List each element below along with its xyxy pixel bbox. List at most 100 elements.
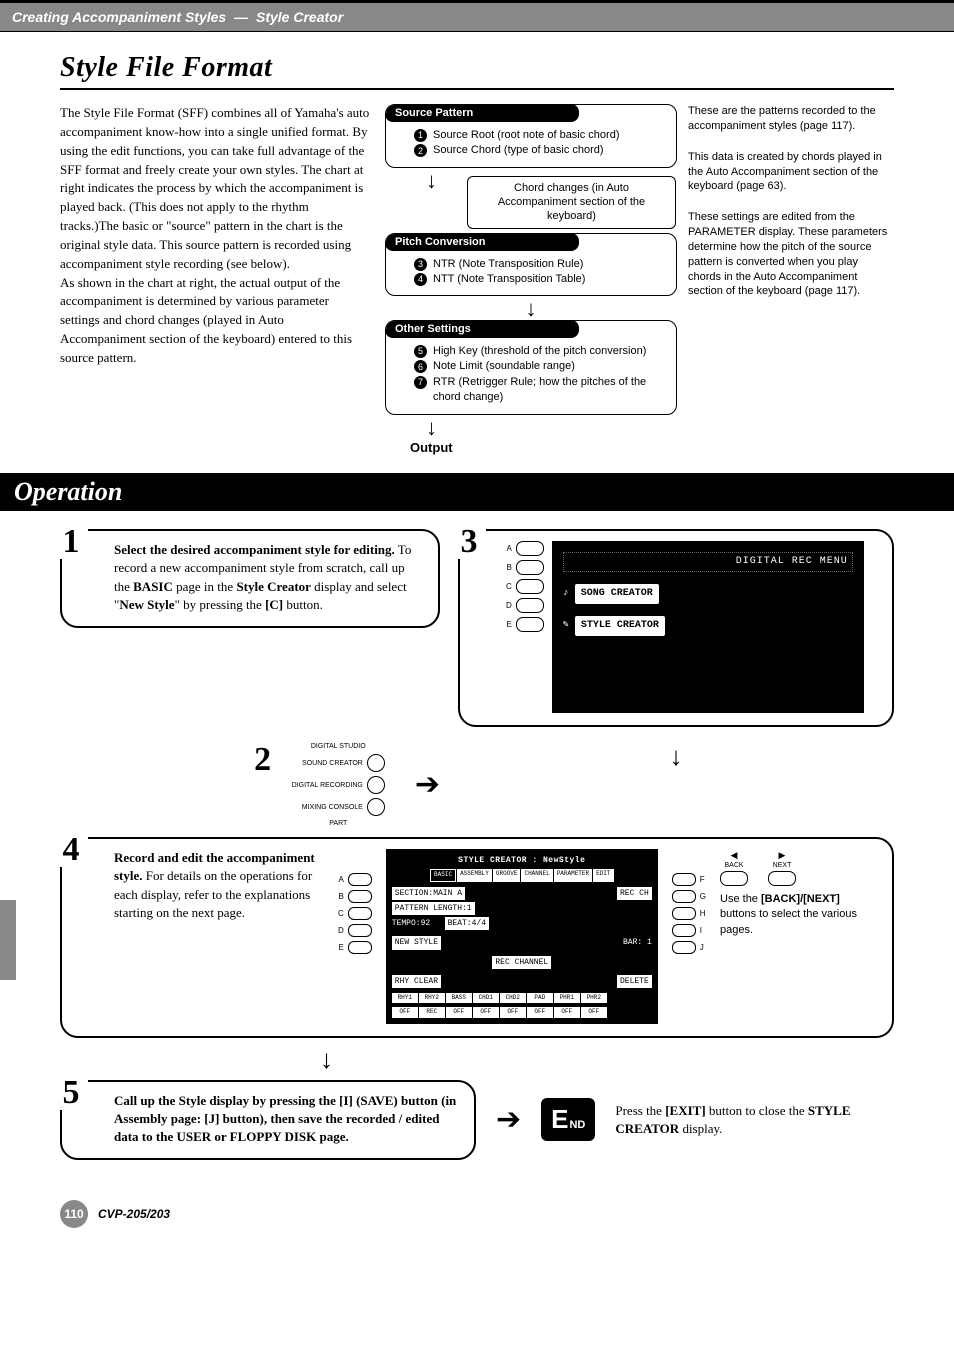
step-1-text-b: page in the (173, 579, 237, 594)
pc-item-2: NTT (Note Transposition Table) (433, 272, 585, 287)
s2-btn-h-label: H (700, 908, 706, 919)
screen2-rhyclear[interactable]: RHY CLEAR (392, 975, 441, 988)
next-button[interactable] (768, 871, 796, 886)
src-item-2: Source Chord (type of basic chord) (433, 143, 604, 158)
state-5: OFF (527, 1007, 553, 1017)
tab-groove[interactable]: GROOVE (493, 869, 521, 881)
s2-hw-button-c[interactable] (348, 907, 372, 920)
num-7-icon: 7 (414, 376, 427, 389)
s2-hw-button-g[interactable] (672, 890, 696, 903)
sff-body-text: The Style File Format (SFF) combines all… (60, 104, 370, 455)
hw-button-d[interactable] (516, 598, 544, 613)
os-item-1: High Key (threshold of the pitch convers… (433, 344, 646, 359)
trk-phr1[interactable]: PHR1 (554, 993, 580, 1003)
sff-diagram: Source Pattern 1Source Root (root note o… (386, 104, 894, 455)
tab-channel[interactable]: CHANNEL (521, 869, 552, 881)
screen2-delete[interactable]: DELETE (617, 975, 652, 988)
step-1-box: 1 Select the desired accompaniment style… (60, 529, 440, 628)
s2-btn-f-label: F (700, 874, 705, 885)
s2-hw-button-d[interactable] (348, 924, 372, 937)
down-arrow-icon: ↓ (526, 300, 537, 318)
back-button[interactable] (720, 871, 748, 886)
num-6-icon: 6 (414, 360, 427, 373)
tab-basic[interactable]: BASIC (430, 869, 456, 881)
s2-hw-button-i[interactable] (672, 924, 696, 937)
next-label: NEXT (768, 862, 796, 869)
pc-item-1: NTR (Note Transposition Rule) (433, 257, 583, 272)
tab-parameter[interactable]: PARAMETER (554, 869, 592, 881)
screen2-state-row: OFF REC OFF OFF OFF OFF OFF OFF (392, 1007, 652, 1017)
num-1-icon: 1 (414, 129, 427, 142)
model-label: CVP-205/203 (98, 1207, 170, 1221)
sff-para2: As shown in the chart at right, the actu… (60, 275, 352, 365)
step-4-rest: For details on the operations for each d… (114, 868, 312, 919)
operation-banner: Operation (0, 473, 954, 511)
tab-edit[interactable]: EDIT (593, 869, 613, 881)
page-number: 110 (60, 1200, 88, 1228)
screen2-tabs: BASIC ASSEMBLY GROOVE CHANNEL PARAMETER … (392, 869, 652, 881)
trk-bass[interactable]: BASS (446, 993, 472, 1003)
screen2-section: SECTION:MAIN A (392, 887, 465, 900)
digital-recording-button[interactable] (367, 776, 385, 794)
step-1-text-d: " by pressing the (175, 597, 266, 612)
screen2-beat: BEAT:4/4 (445, 917, 489, 930)
trk-rhy2[interactable]: RHY2 (419, 993, 445, 1003)
pitch-conversion-header: Pitch Conversion (385, 233, 579, 251)
mixing-console-label: MIXING CONSOLE (302, 804, 363, 811)
num-3-icon: 3 (414, 258, 427, 271)
bn-tip-bold: [BACK]/[NEXT] (761, 893, 840, 905)
step-2-number: 2 (246, 743, 280, 777)
mixing-console-button[interactable] (367, 798, 385, 816)
s2-hw-button-j[interactable] (672, 941, 696, 954)
s2-hw-button-h[interactable] (672, 907, 696, 920)
step-5-text: Call up the Style display by pressing th… (114, 1093, 456, 1144)
step-1-newstyle: New Style (119, 597, 174, 612)
other-settings-box: Other Settings 5High Key (threshold of t… (385, 320, 677, 415)
trk-phr2[interactable]: PHR2 (581, 993, 607, 1003)
menu-song-creator[interactable]: SONG CREATOR (575, 584, 659, 604)
source-pattern-box: Source Pattern 1Source Root (root note o… (385, 104, 677, 168)
s2-hw-button-e[interactable] (348, 941, 372, 954)
screen2-recch[interactable]: REC CH (617, 887, 652, 900)
screen2-title: STYLE CREATOR : NewStyle (392, 855, 652, 866)
s2-hw-button-f[interactable] (672, 873, 696, 886)
step-1-number: 1 (54, 525, 88, 559)
tab-assembly[interactable]: ASSEMBLY (457, 869, 492, 881)
end-tip-exit: [EXIT] (665, 1103, 705, 1118)
screen1-left-buttons: A B C D E (506, 541, 544, 713)
digital-recording-label: DIGITAL RECORDING (292, 782, 363, 789)
trk-rhy1[interactable]: RHY1 (392, 993, 418, 1003)
hw-button-c[interactable] (516, 579, 544, 594)
end-big: E (551, 1104, 568, 1135)
back-next-tip: Use the [BACK]/[NEXT] buttons to select … (720, 892, 876, 938)
menu-style-creator[interactable]: STYLE CREATOR (575, 616, 665, 636)
s2-hw-button-a[interactable] (348, 873, 372, 886)
end-badge: END (541, 1098, 595, 1141)
breadcrumb: Creating Accompaniment Styles — Style Cr… (0, 0, 954, 32)
screen2-recchannel: REC CHANNEL (492, 956, 551, 969)
step-5-box: 5 Call up the Style display by pressing … (60, 1080, 476, 1161)
trk-pad[interactable]: PAD (527, 993, 553, 1003)
breadcrumb-left: Creating Accompaniment Styles (12, 9, 226, 25)
s2-hw-button-b[interactable] (348, 890, 372, 903)
hw-button-a[interactable] (516, 541, 544, 556)
end-tip-b: button to close the (706, 1103, 808, 1118)
num-2-icon: 2 (414, 144, 427, 157)
trk-chd1[interactable]: CHD1 (473, 993, 499, 1003)
breadcrumb-right: Style Creator (256, 9, 343, 25)
part-label: PART (329, 820, 347, 827)
screen2-newstyle[interactable]: NEW STYLE (392, 936, 441, 949)
os-item-2: Note Limit (soundable range) (433, 359, 575, 374)
hw-button-e[interactable] (516, 617, 544, 632)
state-7: OFF (581, 1007, 607, 1017)
sound-creator-button[interactable] (367, 754, 385, 772)
bn-tip-b: buttons to select the various pages. (720, 908, 857, 935)
arrow-down-icon: ↓ (458, 743, 894, 769)
state-0: OFF (392, 1007, 418, 1017)
trk-chd2[interactable]: CHD2 (500, 993, 526, 1003)
other-settings-header: Other Settings (385, 320, 579, 338)
s2-btn-c-label: C (338, 908, 344, 919)
step-1-text-e: button. (283, 597, 323, 612)
hw-button-b[interactable] (516, 560, 544, 575)
back-next-area: ◀ BACK ▶ NEXT Use the [BACK]/[NEXT] butt… (720, 849, 876, 938)
